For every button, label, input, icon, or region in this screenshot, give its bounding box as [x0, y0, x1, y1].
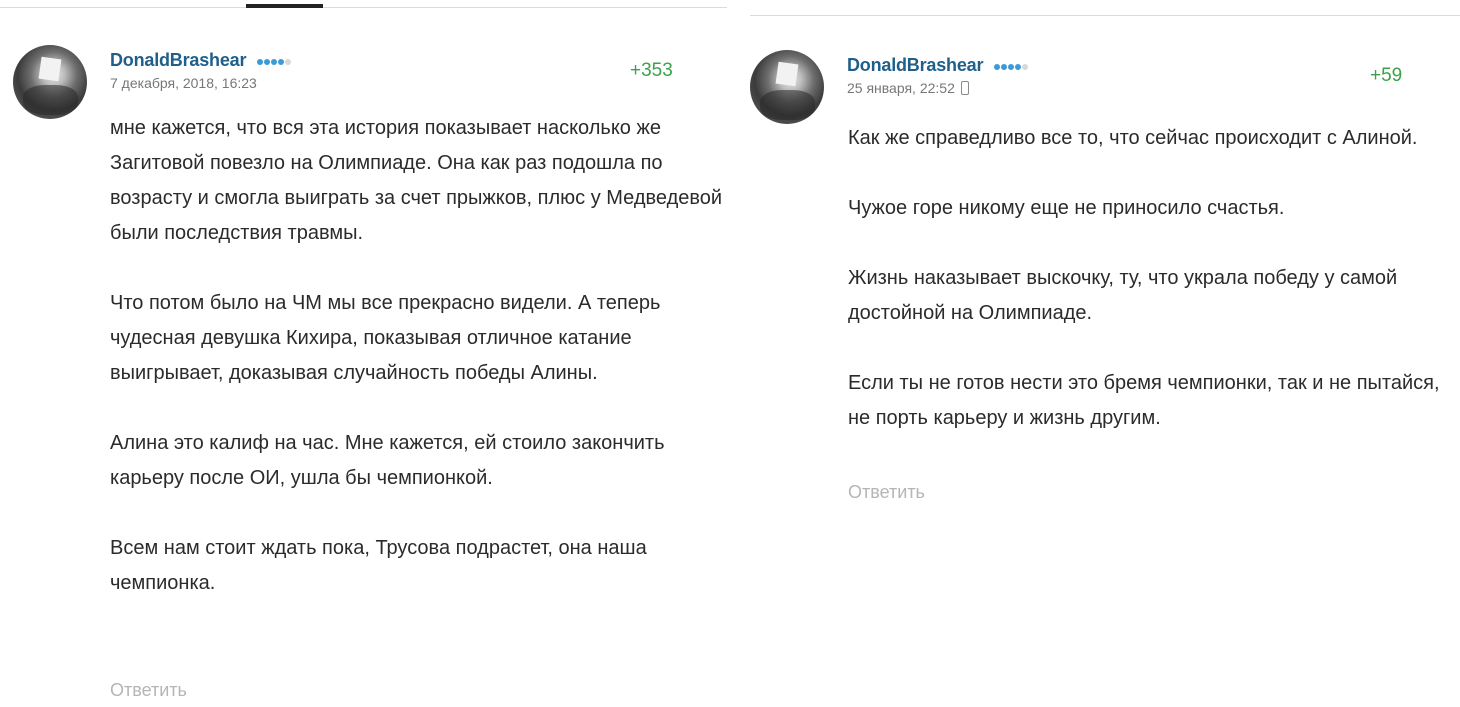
username-link[interactable]: DonaldBrashear	[110, 50, 246, 70]
comment-date: 7 декабря, 2018, 16:23	[110, 75, 257, 91]
reply-link[interactable]: Ответить	[110, 680, 187, 701]
mobile-phone-icon	[960, 81, 969, 95]
section-divider	[750, 15, 1460, 16]
comment-paragraph: Жизнь наказывает выскочку, ту, что украл…	[848, 267, 1398, 324]
comment-paragraph: мне кажется, что вся эта история показыв…	[110, 117, 723, 244]
active-tab-indicator	[246, 4, 323, 8]
user-rank-indicator	[993, 58, 1029, 76]
comment-paragraph: Чужое горе никому еще не приносило счаст…	[848, 197, 1285, 219]
username-link[interactable]: DonaldBrashear	[847, 55, 983, 75]
comment-text: Как же справедливо все то, что сейчас пр…	[848, 121, 1448, 436]
tab-bar-divider	[0, 4, 727, 8]
comment-rating[interactable]: +353	[630, 60, 673, 82]
comment-paragraph: Алина это калиф на час. Мне кажется, ей …	[110, 432, 665, 489]
comment-rating[interactable]: +59	[1370, 65, 1402, 87]
avatar[interactable]	[750, 50, 824, 124]
avatar[interactable]	[13, 45, 87, 119]
comment-paragraph: Всем нам стоит ждать пока, Трусова подра…	[110, 537, 647, 594]
comment-meta: DonaldBrashear 25 января, 22:52	[847, 55, 1029, 96]
comment-date: 25 января, 22:52	[847, 80, 955, 96]
comment-meta: DonaldBrashear 7 декабря, 2018, 16:23	[110, 50, 292, 91]
comment-text: мне кажется, что вся эта история показыв…	[110, 111, 735, 601]
comment-paragraph: Если ты не готов нести это бремя чемпион…	[848, 372, 1440, 429]
reply-link[interactable]: Ответить	[848, 482, 925, 503]
user-rank-indicator	[256, 53, 292, 71]
comment-paragraph: Как же справедливо все то, что сейчас пр…	[848, 127, 1418, 149]
comment-paragraph: Что потом было на ЧМ мы все прекрасно ви…	[110, 292, 661, 384]
